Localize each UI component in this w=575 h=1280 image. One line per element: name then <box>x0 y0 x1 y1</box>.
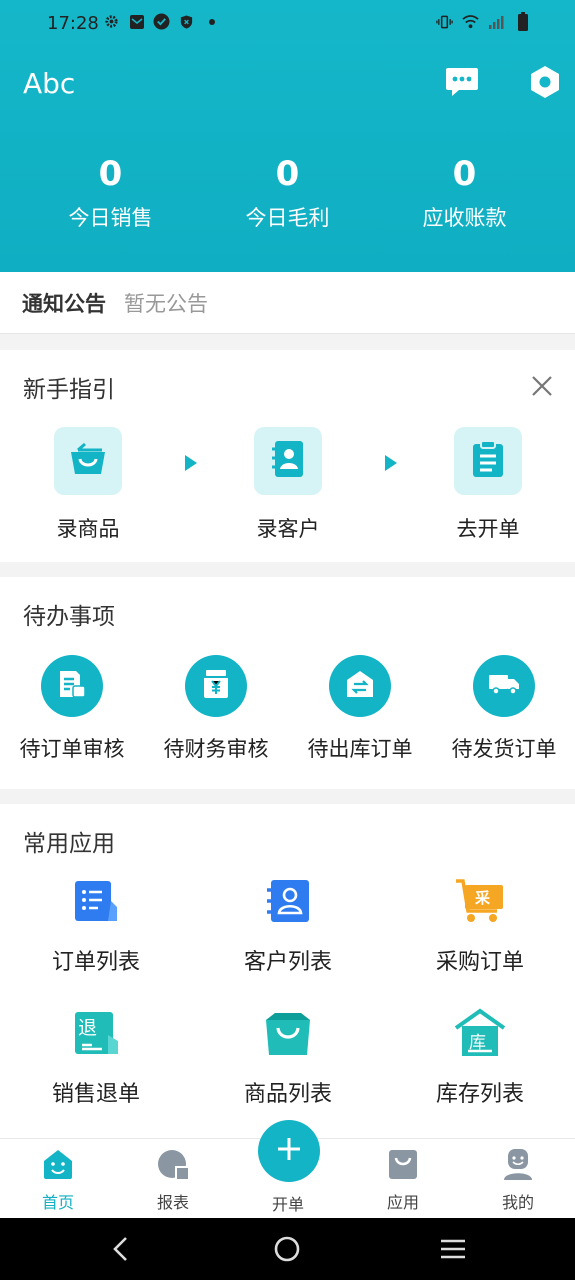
app-purchase-order[interactable]: 采 采购订单 <box>405 876 555 976</box>
app-label: 库存列表 <box>435 1082 524 1107</box>
status-time: 17:28 <box>47 13 99 34</box>
return-badge: 退 <box>78 1017 98 1039</box>
app-label: 客户列表 <box>243 950 332 975</box>
clipboard-icon <box>472 440 504 482</box>
home-icon <box>42 1148 74 1184</box>
signal-icon <box>488 13 505 30</box>
purchase-badge: 采 <box>475 889 491 907</box>
recents-icon[interactable] <box>438 1234 468 1264</box>
todo-label: 待出库订单 <box>307 737 413 761</box>
tab-create-order[interactable]: 开单 <box>248 1185 328 1215</box>
guide-title: 新手指引 <box>23 377 115 403</box>
guide-card: 新手指引 录商品 录客户 去开单 <box>0 350 575 562</box>
stat-value: 0 <box>98 154 123 194</box>
tab-apps[interactable]: 应用 <box>363 1149 443 1213</box>
tab-profile[interactable]: 我的 <box>478 1149 558 1213</box>
todo-item-pending-shipment[interactable]: 待发货订单 <box>434 655 574 763</box>
battery-icon <box>514 11 531 31</box>
stat-label: 今日毛利 <box>245 206 330 230</box>
tab-label: 首页 <box>41 1193 74 1212</box>
notice-title: 通知公告 <box>22 291 106 316</box>
app-order-list[interactable]: 订单列表 <box>21 876 171 976</box>
header: 17:28 Abc 0 今日销售 0 今日毛利 0 应收账款 <box>0 0 575 272</box>
stat-label: 今日销售 <box>68 206 153 230</box>
report-icon <box>157 1148 189 1184</box>
app-sales-return[interactable]: 退 销售退单 <box>21 1008 171 1108</box>
guide-item-create-order[interactable]: 去开单 <box>438 427 538 543</box>
notice-text: 暂无公告 <box>124 291 208 316</box>
todo-card: 待办事项 待订单审核 待财务审核 待出库订单 待发货订单 <box>0 577 575 789</box>
tab-home[interactable]: 首页 <box>18 1149 98 1213</box>
todo-label: 待财务审核 <box>163 737 269 761</box>
stat-today-sales[interactable]: 0 今日销售 <box>22 152 199 232</box>
vibrate-icon <box>436 13 453 30</box>
guide-label: 去开单 <box>456 517 520 541</box>
inventory-badge: 库 <box>469 1033 486 1053</box>
back-icon[interactable] <box>106 1234 136 1264</box>
guide-item-add-customer[interactable]: 录客户 <box>238 427 338 543</box>
arrow-right-icon <box>384 454 398 472</box>
stat-receivables[interactable]: 0 应收账款 <box>376 152 553 232</box>
arrow-right-icon <box>184 454 198 472</box>
apps-card: 常用应用 订单列表 客户列表 采 采购订单 退 销售退单 商品列表 库 库存列表 <box>0 804 575 1140</box>
home-button-icon[interactable] <box>272 1234 302 1264</box>
basket-icon <box>69 442 107 480</box>
tab-label: 我的 <box>501 1193 534 1212</box>
tab-label: 报表 <box>156 1193 189 1212</box>
apps-bag-icon <box>387 1148 419 1184</box>
profile-icon <box>501 1147 535 1185</box>
create-order-button[interactable] <box>258 1120 320 1182</box>
todo-label: 待发货订单 <box>451 737 557 761</box>
product-bag-icon <box>263 1008 313 1062</box>
plus-icon <box>275 1135 303 1167</box>
app-customer-list[interactable]: 客户列表 <box>213 876 363 976</box>
stats-row: 0 今日销售 0 今日毛利 0 应收账款 <box>0 152 575 232</box>
check-status-icon <box>153 13 170 30</box>
apps-title: 常用应用 <box>23 831 115 857</box>
finance-review-icon <box>201 669 231 703</box>
mail-status-icon <box>128 13 145 30</box>
chat-icon[interactable] <box>444 64 480 100</box>
todo-label: 待订单审核 <box>19 737 125 761</box>
customer-list-icon <box>264 877 312 929</box>
app-name: Abc <box>23 67 76 100</box>
app-inventory-list[interactable]: 库 库存列表 <box>405 1008 555 1108</box>
close-icon[interactable] <box>528 372 556 400</box>
stat-value: 0 <box>275 154 300 194</box>
app-label: 商品列表 <box>243 1082 332 1107</box>
tab-label: 开单 <box>271 1195 304 1214</box>
shield-status-icon <box>178 13 195 30</box>
dot-status-icon <box>203 13 220 30</box>
app-product-list[interactable]: 商品列表 <box>213 1008 363 1108</box>
todo-item-finance-review[interactable]: 待财务审核 <box>146 655 286 763</box>
guide-label: 录客户 <box>256 517 320 541</box>
todo-item-order-review[interactable]: 待订单审核 <box>2 655 142 763</box>
tab-label: 应用 <box>386 1193 419 1212</box>
order-list-icon <box>72 877 120 929</box>
tab-reports[interactable]: 报表 <box>133 1149 213 1213</box>
guide-label: 录商品 <box>56 517 120 541</box>
settings-icon[interactable] <box>527 64 563 100</box>
wifi-icon <box>462 13 479 30</box>
contact-book-icon <box>271 440 305 482</box>
todo-title: 待办事项 <box>23 604 115 630</box>
notice-bar[interactable]: 通知公告 暂无公告 <box>0 272 575 334</box>
stat-value: 0 <box>452 154 477 194</box>
system-nav-bar <box>0 1218 575 1280</box>
stat-label: 应收账款 <box>422 206 507 230</box>
warehouse-out-icon <box>345 669 375 703</box>
todo-item-warehouse-out[interactable]: 待出库订单 <box>290 655 430 763</box>
app-label: 采购订单 <box>435 950 524 975</box>
settings-status-icon <box>103 13 120 30</box>
order-review-icon <box>57 669 87 703</box>
app-label: 订单列表 <box>51 950 140 975</box>
app-label: 销售退单 <box>51 1082 140 1107</box>
truck-icon <box>488 672 520 700</box>
status-bar: 17:28 <box>0 0 575 46</box>
stat-today-profit[interactable]: 0 今日毛利 <box>199 152 376 232</box>
guide-item-add-product[interactable]: 录商品 <box>38 427 138 543</box>
